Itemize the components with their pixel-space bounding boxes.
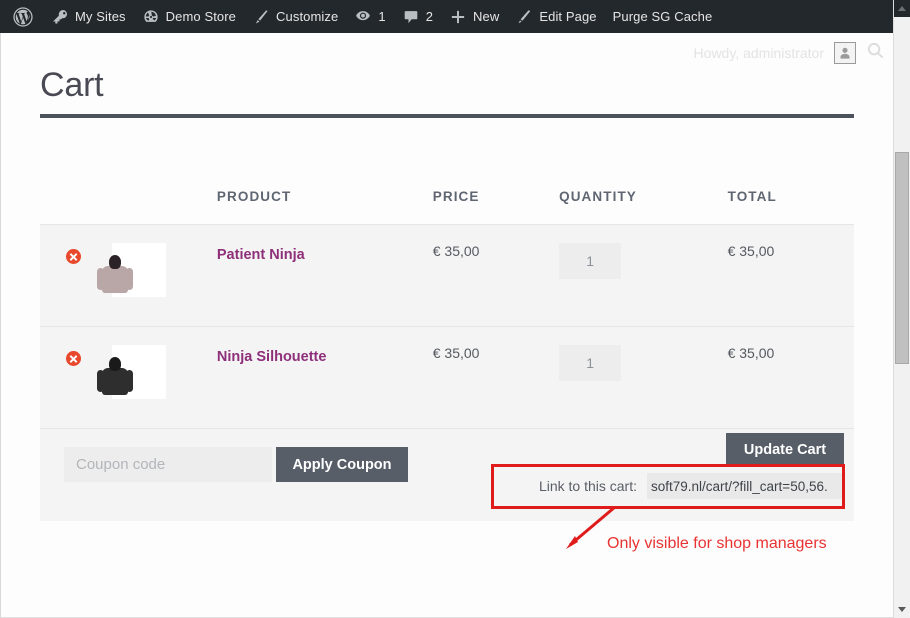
adminbar-item-demo-store[interactable]: Demo Store <box>134 0 244 33</box>
cell-quantity <box>559 326 728 429</box>
browser-viewport: My Sites Demo Store Customize 1 2 New Ed… <box>0 0 910 618</box>
cart-share-link-group: Link to this cart: <box>539 473 844 499</box>
howdy-greeting[interactable]: Howdy, administrator <box>694 45 824 61</box>
product-thumbnail-pink-hoodie[interactable] <box>96 243 166 297</box>
adminbar-label-customize: Customize <box>276 9 339 24</box>
annotation-caption: Only visible for shop managers <box>607 535 827 552</box>
adminbar-updates-count: 1 <box>378 9 386 24</box>
cell-price: € 35,00 <box>432 326 560 429</box>
key-icon <box>51 8 69 26</box>
title-divider <box>40 114 854 118</box>
cart-table: PRODUCT PRICE QUANTITY TOTAL Patient Nin… <box>40 173 854 521</box>
cart-header-row: PRODUCT PRICE QUANTITY TOTAL <box>40 173 854 225</box>
updates-icon <box>354 8 372 26</box>
adminbar-comments-count: 2 <box>425 9 434 24</box>
product-thumbnail-black-hoodie[interactable] <box>96 345 166 399</box>
table-row: Ninja Silhouette € 35,00 € 35,00 <box>40 326 854 429</box>
page-content: Howdy, administrator Cart PRODUCT PRICE … <box>0 33 893 618</box>
adminbar-item-edit-page[interactable]: Edit Page <box>507 0 604 33</box>
scroll-up-arrow-icon[interactable] <box>894 0 910 17</box>
wp-admin-bar: My Sites Demo Store Customize 1 2 New Ed… <box>0 0 893 33</box>
account-area: Howdy, administrator <box>694 41 885 65</box>
scroll-down-arrow-icon[interactable] <box>894 601 910 618</box>
cell-thumbnail <box>96 326 217 429</box>
adminbar-label-demo-store: Demo Store <box>165 9 237 24</box>
cart-link-input[interactable] <box>647 473 844 499</box>
remove-item-icon[interactable] <box>66 249 81 264</box>
quantity-stepper[interactable] <box>559 345 622 381</box>
adminbar-item-purge-sg-cache[interactable]: Purge SG Cache <box>605 0 721 33</box>
coupon-code-input[interactable] <box>64 447 272 482</box>
wordpress-logo-menu[interactable] <box>8 0 43 33</box>
adminbar-label-edit-page: Edit Page <box>539 9 597 24</box>
col-header-price: PRICE <box>432 173 560 225</box>
product-link[interactable]: Ninja Silhouette <box>217 349 327 365</box>
cart-actions-row: Apply Coupon Update Cart Link to this ca… <box>40 428 854 521</box>
cell-product-name: Ninja Silhouette <box>216 326 433 429</box>
comment-icon <box>402 8 420 26</box>
paintbrush-icon <box>252 8 270 26</box>
cart-actions-cell: Apply Coupon Update Cart Link to this ca… <box>40 428 854 521</box>
table-row: Patient Ninja € 35,00 € 35,00 <box>40 224 854 327</box>
col-header-thumbnail <box>111 173 217 225</box>
remove-item-icon[interactable] <box>66 351 81 366</box>
cart-table-body: Patient Ninja € 35,00 € 35,00 <box>40 224 854 521</box>
adminbar-label-purge-sg-cache: Purge SG Cache <box>612 9 713 24</box>
quantity-stepper[interactable] <box>559 243 622 279</box>
adminbar-item-my-sites[interactable]: My Sites <box>43 0 134 33</box>
apply-coupon-button[interactable]: Apply Coupon <box>276 447 408 482</box>
cell-total: € 35,00 <box>727 326 854 429</box>
cell-total: € 35,00 <box>727 224 854 327</box>
cell-product-name: Patient Ninja <box>216 224 433 327</box>
search-icon[interactable] <box>866 41 885 65</box>
col-header-product: PRODUCT <box>216 173 433 225</box>
pencil-icon <box>515 8 533 26</box>
update-cart-button[interactable]: Update Cart <box>726 433 844 467</box>
col-header-total: TOTAL <box>727 173 854 225</box>
adminbar-item-new[interactable]: New <box>441 0 507 33</box>
cart-table-head: PRODUCT PRICE QUANTITY TOTAL <box>40 173 854 225</box>
lower-sections: You may be interested in… Cart Totals <box>0 563 893 618</box>
adminbar-item-comments[interactable]: 2 <box>394 0 441 33</box>
plus-icon <box>449 8 467 26</box>
col-header-quantity: QUANTITY <box>559 173 728 225</box>
col-header-remove <box>40 173 112 225</box>
scrollbar-thumb[interactable] <box>895 152 909 364</box>
vertical-scrollbar[interactable] <box>893 0 910 618</box>
window-left-edge <box>0 33 1 618</box>
avatar[interactable] <box>834 42 856 64</box>
cell-price: € 35,00 <box>432 224 560 327</box>
product-link[interactable]: Patient Ninja <box>217 247 305 263</box>
dashboard-icon <box>142 8 160 26</box>
cell-quantity <box>559 224 728 327</box>
cart-link-label: Link to this cart: <box>538 478 637 494</box>
adminbar-item-customize[interactable]: Customize <box>244 0 346 33</box>
page-title: Cart <box>40 65 104 104</box>
wordpress-logo-icon <box>12 6 34 28</box>
adminbar-item-updates[interactable]: 1 <box>346 0 393 33</box>
adminbar-label-new: New <box>473 9 500 24</box>
cell-thumbnail <box>96 224 217 327</box>
adminbar-label-my-sites: My Sites <box>75 9 126 24</box>
